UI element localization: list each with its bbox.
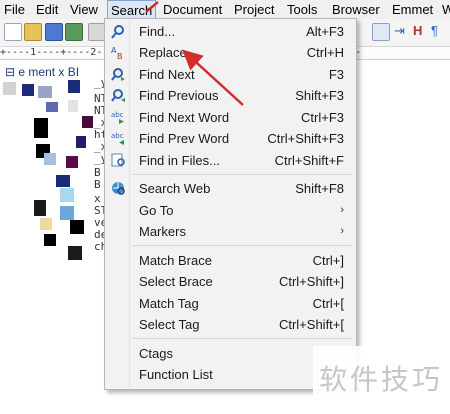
menu-item-match-tag[interactable]: Match Tag Ctrl+[ xyxy=(107,293,354,314)
menu-item-select-brace[interactable]: Select Brace Ctrl+Shift+] xyxy=(107,271,354,292)
new-file-icon[interactable] xyxy=(4,23,22,41)
pixelated-block xyxy=(76,136,86,148)
menu-item-find-prev-word[interactable]: abc Find Prev Word Ctrl+Shift+F3 xyxy=(107,128,354,149)
pixelated-block xyxy=(34,118,48,138)
find-icon xyxy=(111,24,126,39)
editor-tree-node: ⊟ e ment x BI xyxy=(5,65,79,79)
menu-project[interactable]: Project xyxy=(234,2,274,17)
heading-icon[interactable]: H xyxy=(413,22,422,40)
find-next-icon xyxy=(111,67,126,82)
pixelated-block xyxy=(66,156,78,168)
save-icon[interactable] xyxy=(45,23,63,41)
menu-item-find-next[interactable]: Find Next F3 xyxy=(107,64,354,85)
menu-item-search-web[interactable]: Search Web Shift+F8 xyxy=(107,178,354,199)
pixelated-block xyxy=(68,80,80,93)
find-in-files-icon xyxy=(111,153,126,168)
find-prev-word-icon: abc xyxy=(111,131,126,146)
settings-gear-icon[interactable] xyxy=(372,23,390,41)
open-folder-icon[interactable] xyxy=(24,23,42,41)
menu-browser[interactable]: Browser xyxy=(332,2,380,17)
menu-edit[interactable]: Edit xyxy=(36,2,58,17)
pixelated-block xyxy=(68,100,78,112)
menu-bar: File Edit View Search Document Project T… xyxy=(0,0,450,19)
menu-view[interactable]: View xyxy=(70,2,98,17)
menu-file[interactable]: File xyxy=(4,2,25,17)
editor-line: B xyxy=(94,178,101,191)
submenu-arrow-icon: › xyxy=(340,225,344,237)
replace-icon: AB xyxy=(111,45,126,61)
collapse-icon[interactable]: ⊟ xyxy=(5,65,15,79)
svg-text:abc: abc xyxy=(111,111,124,119)
pixelated-block xyxy=(46,102,58,112)
menu-item-find-in-files[interactable]: Find in Files... Ctrl+Shift+F xyxy=(107,150,354,171)
menu-search[interactable]: Search xyxy=(107,0,157,19)
menu-separator xyxy=(133,174,353,175)
indent-icon[interactable]: ⇥ xyxy=(394,22,405,40)
pixelated-block xyxy=(34,200,46,216)
search-dropdown-menu: Find... Alt+F3 AB Replace... Ctrl+H Find… xyxy=(104,18,357,390)
pixelated-block xyxy=(44,234,56,246)
pixelated-block xyxy=(68,246,82,260)
menu-item-replace[interactable]: AB Replace... Ctrl+H xyxy=(107,42,354,63)
menu-item-find-next-word[interactable]: abc Find Next Word Ctrl+F3 xyxy=(107,107,354,128)
svg-text:abc: abc xyxy=(111,132,124,140)
pixelated-block xyxy=(60,206,74,220)
svg-text:B: B xyxy=(117,52,123,60)
menu-separator xyxy=(133,245,353,246)
pixelated-block xyxy=(56,175,70,187)
watermark: 软件技巧 xyxy=(313,346,450,398)
menu-item-markers[interactable]: Markers › xyxy=(107,221,354,242)
menu-item-find[interactable]: Find... Alt+F3 xyxy=(107,21,354,42)
menu-tools[interactable]: Tools xyxy=(287,2,317,17)
menu-document[interactable]: Document xyxy=(163,2,222,17)
format-icon[interactable]: ¶ xyxy=(431,22,438,40)
save-all-icon[interactable] xyxy=(65,23,83,41)
pixelated-block xyxy=(70,220,84,234)
find-previous-icon xyxy=(111,88,126,103)
pixelated-block xyxy=(22,84,34,96)
menu-separator xyxy=(133,338,353,339)
menu-item-select-tag[interactable]: Select Tag Ctrl+Shift+[ xyxy=(107,314,354,335)
search-web-icon xyxy=(111,181,126,196)
submenu-arrow-icon: › xyxy=(340,204,344,216)
pixelated-block xyxy=(60,188,74,202)
pixelated-block xyxy=(38,86,52,98)
menu-emmet[interactable]: Emmet xyxy=(392,2,433,17)
menu-item-find-previous[interactable]: Find Previous Shift+F3 xyxy=(107,85,354,106)
menu-item-go-to[interactable]: Go To › xyxy=(107,200,354,221)
pixelated-block xyxy=(82,116,93,128)
menu-item-match-brace[interactable]: Match Brace Ctrl+] xyxy=(107,250,354,271)
pixelated-block xyxy=(44,153,56,165)
pixelated-block xyxy=(40,218,52,230)
pixelated-block xyxy=(3,82,16,95)
menu-window[interactable]: W xyxy=(442,2,450,17)
find-next-word-icon: abc xyxy=(111,110,126,125)
tree-node-label: e ment x BI xyxy=(18,65,80,79)
